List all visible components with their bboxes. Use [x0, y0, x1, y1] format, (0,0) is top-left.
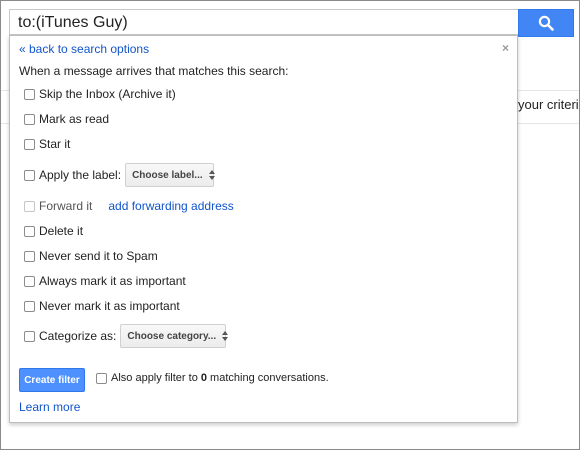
- option-star-it: Star it: [24, 137, 70, 151]
- search-input[interactable]: to:(iTunes Guy): [9, 9, 518, 35]
- option-mark-read: Mark as read: [24, 112, 109, 126]
- never-spam-label: Never send it to Spam: [39, 249, 158, 263]
- background-criteria-text: your criteria.: [518, 97, 579, 112]
- search-button[interactable]: [518, 9, 574, 37]
- add-forwarding-address-link[interactable]: add forwarding address: [108, 199, 233, 213]
- option-forward-it: Forward it add forwarding address: [24, 199, 234, 213]
- choose-label-value: Choose label...: [132, 169, 203, 181]
- choose-category-value: Choose category...: [127, 330, 217, 342]
- always-important-label: Always mark it as important: [39, 274, 186, 288]
- option-skip-inbox: Skip the Inbox (Archive it): [24, 87, 176, 101]
- forward-it-checkbox[interactable]: [24, 200, 35, 212]
- option-categorize: Categorize as: Choose category...: [24, 324, 229, 348]
- filter-intro-text: When a message arrives that matches this…: [19, 64, 289, 78]
- never-important-label: Never mark it as important: [39, 299, 180, 313]
- also-apply-option: Also apply filter to 0 matching conversa…: [96, 372, 329, 384]
- create-filter-panel: « back to search options × When a messag…: [9, 35, 518, 423]
- never-spam-checkbox[interactable]: [24, 250, 35, 262]
- star-it-label: Star it: [39, 137, 71, 151]
- apply-label-checkbox[interactable]: [24, 169, 35, 181]
- categorize-checkbox[interactable]: [24, 330, 35, 342]
- back-to-search-options-link[interactable]: « back to search options: [19, 42, 149, 56]
- delete-it-checkbox[interactable]: [24, 225, 35, 237]
- also-apply-prefix: Also apply filter to: [111, 372, 201, 384]
- always-important-checkbox[interactable]: [24, 275, 35, 287]
- also-apply-suffix: matching conversations.: [207, 372, 329, 384]
- also-apply-checkbox[interactable]: [96, 372, 107, 384]
- mark-read-checkbox[interactable]: [24, 113, 35, 125]
- choose-category-select[interactable]: Choose category...: [120, 324, 229, 348]
- search-icon: [538, 15, 554, 31]
- mark-read-label: Mark as read: [39, 112, 110, 126]
- apply-label-label: Apply the label:: [39, 168, 122, 182]
- close-icon[interactable]: ×: [502, 41, 509, 55]
- filter-window: your criteria. to:(iTunes Guy) « back to…: [0, 0, 580, 450]
- option-never-spam: Never send it to Spam: [24, 249, 158, 263]
- option-always-important: Always mark it as important: [24, 274, 186, 288]
- categorize-label: Categorize as:: [39, 329, 117, 343]
- skip-inbox-label: Skip the Inbox (Archive it): [39, 87, 176, 101]
- skip-inbox-checkbox[interactable]: [24, 88, 35, 100]
- create-filter-button[interactable]: Create filter: [19, 368, 85, 392]
- option-never-important: Never mark it as important: [24, 299, 180, 313]
- forward-it-label: Forward it: [39, 199, 93, 213]
- learn-more-link[interactable]: Learn more: [19, 400, 80, 414]
- option-delete-it: Delete it: [24, 224, 83, 238]
- choose-label-select[interactable]: Choose label...: [125, 163, 215, 187]
- never-important-checkbox[interactable]: [24, 300, 35, 312]
- select-arrows-icon: [208, 170, 215, 180]
- star-it-checkbox[interactable]: [24, 138, 35, 150]
- delete-it-label: Delete it: [39, 224, 84, 238]
- select-arrows-icon: [222, 331, 229, 341]
- option-apply-label: Apply the label: Choose label...: [24, 163, 215, 187]
